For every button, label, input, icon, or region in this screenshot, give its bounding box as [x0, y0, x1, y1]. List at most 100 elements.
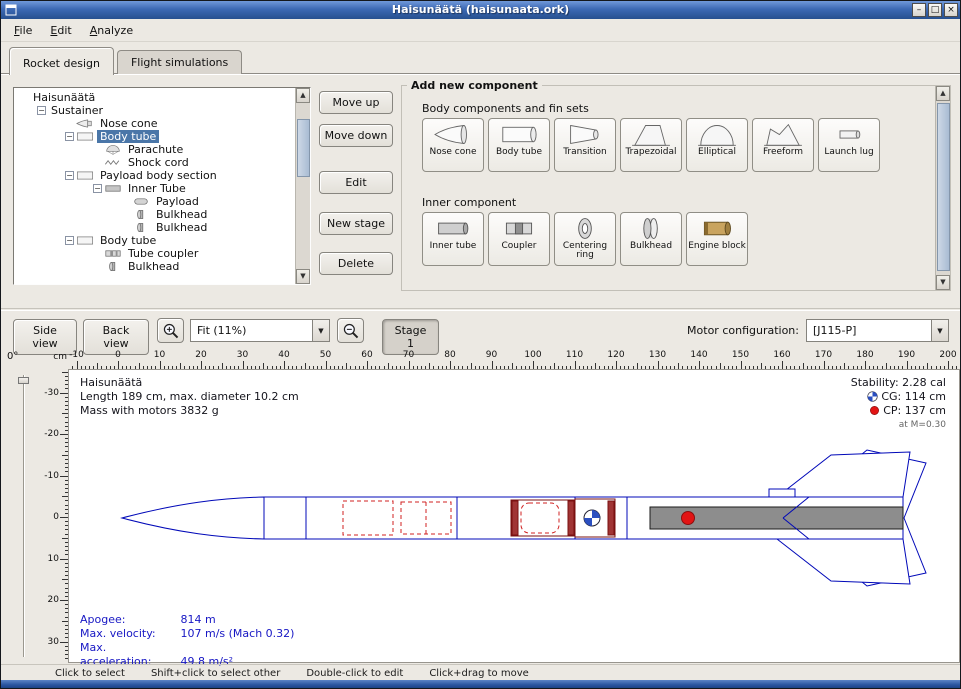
- cg-line: CG: 114 cm: [851, 390, 946, 404]
- ruler-tick: [367, 361, 368, 369]
- tree-item[interactable]: − Payload body section: [15, 169, 294, 182]
- scrollbar-thumb[interactable]: [937, 103, 950, 271]
- menu-item[interactable]: File: [5, 20, 41, 41]
- scroll-up-icon[interactable]: ▲: [936, 86, 950, 101]
- tree-expander-icon[interactable]: [17, 91, 30, 104]
- titlebar[interactable]: Haisunäätä (haisunaata.ork) – □ ×: [1, 1, 960, 19]
- tree-expander-icon[interactable]: [119, 208, 132, 221]
- scrollbar-track[interactable]: [296, 103, 310, 269]
- add-panel-scrollbar[interactable]: ▲ ▼: [935, 86, 950, 290]
- rotation-slider-track[interactable]: [23, 375, 25, 657]
- bulkhead-shape[interactable]: [568, 501, 574, 535]
- tree-item[interactable]: − Inner Tube: [15, 182, 294, 195]
- close-button[interactable]: ×: [944, 3, 958, 17]
- component-button[interactable]: In­ner tube: [422, 212, 484, 266]
- tab[interactable]: Rocket design: [9, 47, 114, 75]
- fin-upper-shape[interactable]: [777, 452, 910, 497]
- scroll-up-icon[interactable]: ▲: [296, 88, 310, 103]
- scrollbar-track[interactable]: [936, 101, 950, 275]
- tree-item[interactable]: − Body tube: [15, 234, 294, 247]
- tree-expander-icon[interactable]: [63, 117, 76, 130]
- tree-item[interactable]: Parachute: [15, 143, 294, 156]
- component-button[interactable]: Centering ring: [554, 212, 616, 266]
- bulkhead-shape[interactable]: [608, 501, 614, 535]
- nose-cone-shape[interactable]: [122, 497, 264, 539]
- component-button[interactable]: Engine block: [686, 212, 748, 266]
- tree-expander-icon[interactable]: [91, 156, 104, 169]
- tree-scrollbar[interactable]: ▲ ▼: [295, 88, 310, 284]
- chevron-down-icon[interactable]: ▼: [931, 320, 948, 341]
- fin-lower-shape[interactable]: [777, 539, 910, 584]
- scrollbar-thumb[interactable]: [297, 119, 310, 177]
- tree-expander-icon[interactable]: [119, 195, 132, 208]
- menu-item[interactable]: Edit: [41, 20, 80, 41]
- tree-expander-icon[interactable]: −: [65, 236, 74, 245]
- component-button[interactable]: Freeform: [752, 118, 814, 172]
- chevron-down-icon[interactable]: ▼: [312, 320, 329, 341]
- zoom-in-button[interactable]: [157, 318, 184, 343]
- tree-expander-icon[interactable]: [119, 221, 132, 234]
- component-label: Nose cone: [429, 148, 476, 157]
- motor-configuration-value: [J115-P]: [807, 320, 931, 341]
- move-up-button[interactable]: Move up: [319, 91, 393, 114]
- launch-lug-shape[interactable]: [769, 489, 795, 497]
- menu-item[interactable]: Analyze: [81, 20, 142, 41]
- component-button[interactable]: Launch lug: [818, 118, 880, 172]
- tree-item[interactable]: Payload: [15, 195, 294, 208]
- tree-item[interactable]: − Body tube: [15, 130, 294, 143]
- rotation-slider-thumb[interactable]: [18, 377, 29, 384]
- component-button[interactable]: Nose cone: [422, 118, 484, 172]
- ruler-label: 50: [320, 350, 331, 360]
- delete-button[interactable]: Delete: [319, 252, 393, 275]
- bulkhead-shape[interactable]: [512, 501, 518, 535]
- ruler-label: 100: [524, 350, 541, 360]
- tree-item[interactable]: Bulkhead: [15, 260, 294, 273]
- tree-expander-icon[interactable]: [91, 260, 104, 273]
- component-button[interactable]: Coupler: [488, 212, 550, 266]
- scroll-down-icon[interactable]: ▼: [936, 275, 950, 290]
- maximize-button[interactable]: □: [928, 3, 942, 17]
- component-button[interactable]: Trapezoidal: [620, 118, 682, 172]
- rotation-slider[interactable]: [17, 375, 30, 657]
- tree-item[interactable]: Shock cord: [15, 156, 294, 169]
- ruler-label: -30: [44, 388, 59, 398]
- component-button[interactable]: Bulkhead: [620, 212, 682, 266]
- tree-expander-icon[interactable]: −: [93, 184, 102, 193]
- ruler-label: 0: [115, 350, 121, 360]
- new-stage-button[interactable]: New stage: [319, 212, 393, 235]
- tree-item[interactable]: Nose cone: [15, 117, 294, 130]
- rocket-info-line: Haisunäätä: [80, 376, 299, 390]
- tree-expander-icon[interactable]: [91, 143, 104, 156]
- tree-indent: [15, 149, 91, 150]
- add-component-title: Add new component: [407, 79, 542, 92]
- tree-item[interactable]: Tube coupler: [15, 247, 294, 260]
- ruler-tick: [284, 361, 285, 369]
- component-button[interactable]: Body tube: [488, 118, 550, 172]
- zoom-out-button[interactable]: [337, 318, 364, 343]
- scroll-down-icon[interactable]: ▼: [296, 269, 310, 284]
- stability-value: 2.28 cal: [902, 376, 946, 389]
- body-component-buttons: Nose cone Body tube Transition T: [422, 118, 880, 172]
- inner-component-buttons: In­ner tube Coupler Centering ring: [422, 212, 748, 266]
- tree-item[interactable]: Haisunäätä: [15, 91, 294, 104]
- tab[interactable]: Flight simulations: [117, 50, 242, 74]
- motor-configuration-select[interactable]: [J115-P] ▼: [806, 319, 949, 342]
- pane-splitter[interactable]: [1, 308, 960, 311]
- minimize-button[interactable]: –: [912, 3, 926, 17]
- tree-indent: [15, 266, 91, 267]
- move-down-button[interactable]: Move down: [319, 124, 393, 147]
- rocket-figure-canvas[interactable]: HaisunäätäLength 189 cm, max. diameter 1…: [68, 369, 960, 663]
- tree-item[interactable]: Bulkhead: [15, 208, 294, 221]
- edit-button[interactable]: Edit: [319, 171, 393, 194]
- tree-expander-icon[interactable]: [91, 247, 104, 260]
- component-button[interactable]: Transition: [554, 118, 616, 172]
- component-button[interactable]: Elliptical: [686, 118, 748, 172]
- rocket-info: HaisunäätäLength 189 cm, max. diameter 1…: [80, 376, 299, 418]
- tree-expander-icon[interactable]: −: [65, 171, 74, 180]
- tree-item[interactable]: − Sustainer: [15, 104, 294, 117]
- tree-item[interactable]: Bulkhead: [15, 221, 294, 234]
- ruler-label: 40: [278, 350, 289, 360]
- tree-expander-icon[interactable]: −: [37, 106, 46, 115]
- tree-expander-icon[interactable]: −: [65, 132, 74, 141]
- zoom-level-select[interactable]: Fit (11%) ▼: [190, 319, 330, 342]
